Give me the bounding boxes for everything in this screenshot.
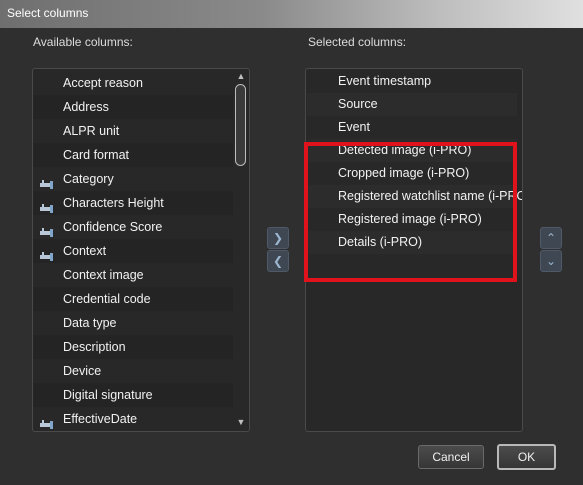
custom-field-icon [40, 174, 54, 189]
scroll-down-icon[interactable]: ▼ [234, 416, 248, 428]
available-column-label: Category [63, 172, 114, 186]
chevron-left-icon: ❮ [272, 254, 284, 268]
available-column-item[interactable]: Accept reason [33, 71, 233, 95]
add-column-button[interactable]: ❯ [267, 227, 289, 249]
dialog-title: Select columns [7, 6, 89, 20]
available-scrollbar[interactable]: ▲ ▼ [234, 70, 248, 428]
available-column-item[interactable]: Context image [33, 263, 233, 287]
available-column-label: Context [63, 244, 107, 258]
selected-column-label: Registered watchlist name (i-PRO) [338, 189, 523, 203]
available-column-item[interactable]: Address [33, 95, 233, 119]
move-down-button[interactable]: ⌄ [540, 250, 562, 272]
selected-column-item[interactable]: Registered image (i-PRO) [307, 208, 517, 231]
available-column-item[interactable]: Credential code [33, 287, 233, 311]
available-column-label: EffectiveDate [63, 412, 138, 426]
available-column-label: Digital signature [63, 388, 153, 402]
available-column-item[interactable]: Context [33, 239, 233, 263]
chevron-down-icon: ⌄ [545, 254, 557, 268]
available-column-label: Card format [63, 148, 129, 162]
selected-column-label: Source [338, 97, 378, 111]
title-bar: Select columns [0, 0, 583, 28]
selected-columns-label: Selected columns: [308, 35, 407, 49]
available-column-item[interactable]: Characters Height [33, 191, 233, 215]
custom-field-icon [40, 246, 54, 261]
custom-field-icon [40, 198, 54, 213]
available-column-item[interactable]: Category [33, 167, 233, 191]
available-column-label: Accept reason [63, 76, 143, 90]
scroll-up-icon[interactable]: ▲ [234, 70, 248, 82]
selected-column-item[interactable]: Registered watchlist name (i-PRO) [307, 185, 522, 208]
available-column-item[interactable]: Digital signature [33, 383, 233, 407]
available-column-item[interactable]: Confidence Score [33, 215, 233, 239]
selected-column-item[interactable]: Detected image (i-PRO) [307, 139, 517, 162]
move-up-button[interactable]: ⌃ [540, 227, 562, 249]
chevron-up-icon: ⌃ [545, 231, 557, 245]
available-column-item[interactable]: EffectiveDate [33, 407, 233, 431]
available-columns-label: Available columns: [33, 35, 133, 49]
selected-column-item[interactable]: Cropped image (i-PRO) [307, 162, 517, 185]
custom-field-icon [40, 222, 54, 237]
available-column-label: Address [63, 100, 109, 114]
available-column-item[interactable]: Card format [33, 143, 233, 167]
selected-column-label: Event [338, 120, 370, 134]
available-column-label: Context image [63, 268, 144, 282]
remove-column-button[interactable]: ❮ [267, 250, 289, 272]
selected-column-item[interactable]: Source [307, 93, 517, 116]
available-column-label: Data type [63, 316, 117, 330]
available-column-label: Credential code [63, 292, 151, 306]
cancel-button[interactable]: Cancel [418, 445, 484, 469]
available-column-label: ALPR unit [63, 124, 120, 138]
ok-button[interactable]: OK [497, 444, 556, 470]
available-column-label: Characters Height [63, 196, 164, 210]
selected-column-item[interactable]: Event [307, 116, 517, 139]
selected-columns-list[interactable]: Event timestamp Source Event Detected image… [305, 68, 523, 432]
custom-field-icon [40, 414, 54, 429]
available-column-label: Confidence Score [63, 220, 163, 234]
available-column-label: Description [63, 340, 126, 354]
available-column-item[interactable]: Data type [33, 311, 233, 335]
available-column-item[interactable]: Description [33, 335, 233, 359]
selected-column-label: Details (i-PRO) [338, 235, 423, 249]
selected-column-label: Registered image (i-PRO) [338, 212, 482, 226]
selected-column-label: Detected image (i-PRO) [338, 143, 472, 157]
available-column-label: Device [63, 364, 102, 378]
selected-column-label: Cropped image (i-PRO) [338, 166, 470, 180]
selected-column-item[interactable]: Details (i-PRO) [307, 231, 517, 254]
scroll-thumb[interactable] [235, 84, 246, 166]
selected-column-item[interactable]: Event timestamp [307, 70, 517, 93]
available-columns-list[interactable]: Accept reason Address ALPR unit Card format… [32, 68, 250, 432]
chevron-right-icon: ❯ [272, 231, 284, 245]
available-column-item[interactable]: ALPR unit [33, 119, 233, 143]
available-column-item[interactable]: Device [33, 359, 233, 383]
selected-column-label: Event timestamp [338, 74, 432, 88]
